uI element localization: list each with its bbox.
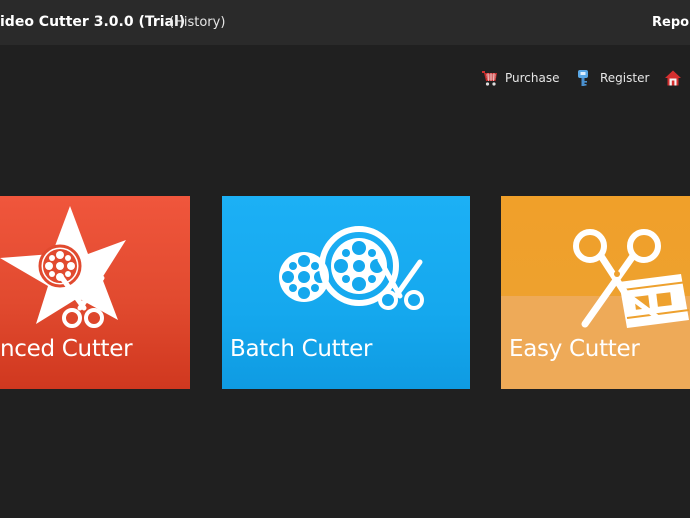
purchase-label: Purchase [505, 71, 560, 85]
easy-cutter-tile[interactable]: Easy Cutter [501, 196, 690, 389]
home-icon [665, 70, 681, 86]
home-link[interactable] [664, 69, 682, 87]
easy-cutter-label: Easy Cutter [509, 336, 640, 362]
report-link[interactable]: Repor [652, 15, 690, 30]
cart-icon [482, 71, 497, 86]
key-icon [578, 70, 588, 86]
title-bar: ideo Cutter 3.0.0 (Trial) (History) Repo… [0, 0, 690, 45]
advanced-cutter-label: nced Cutter [0, 336, 133, 362]
register-label: Register [600, 71, 650, 85]
register-link[interactable]: Register [576, 69, 649, 87]
app-title: ideo Cutter 3.0.0 (Trial) [0, 14, 186, 30]
batch-cutter-tile[interactable]: Batch Cutter [222, 196, 470, 389]
purchase-link[interactable]: Purchase [481, 69, 560, 87]
batch-cutter-label: Batch Cutter [230, 336, 373, 362]
advanced-cutter-tile[interactable]: nced Cutter [0, 196, 190, 389]
history-link[interactable]: (History) [169, 15, 225, 30]
